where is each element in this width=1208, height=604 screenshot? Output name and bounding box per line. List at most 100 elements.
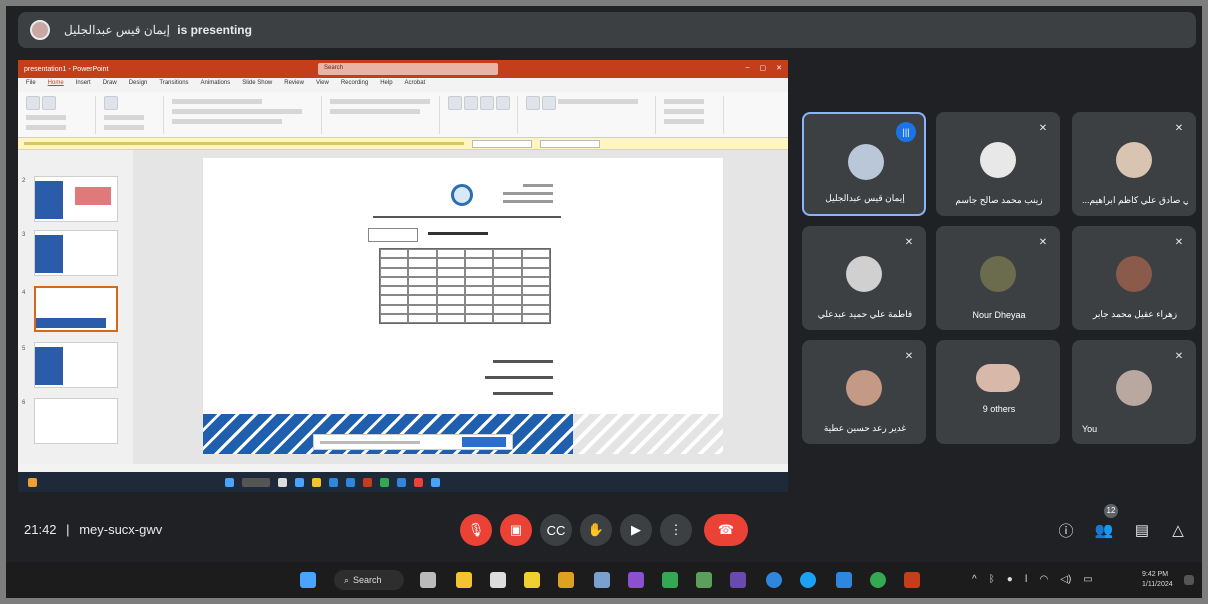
current-slide[interactable] [203, 158, 723, 454]
avatar [846, 370, 882, 406]
participant-tile[interactable]: ✕ ...تي صادق علي كاظم ابراهيم [1072, 112, 1196, 216]
edge-icon[interactable] [800, 572, 816, 588]
close-icon[interactable]: ✕ [776, 64, 782, 72]
menu-acrobat[interactable]: Acrobat [405, 80, 426, 90]
chrome-icon[interactable] [870, 572, 886, 588]
app-icon[interactable] [696, 572, 712, 588]
ribbon-slides[interactable] [104, 96, 164, 134]
file-explorer-icon[interactable] [456, 572, 472, 588]
notice-button[interactable] [540, 139, 600, 148]
mic-toggle-button[interactable]: 🎙 [460, 514, 492, 546]
ppt-search[interactable]: Search [318, 63, 498, 75]
participant-tile[interactable]: ✕ زهراء عقيل محمد جابر [1072, 226, 1196, 330]
menu-insert[interactable]: Insert [76, 80, 91, 90]
settings-icon[interactable] [594, 572, 610, 588]
notice-button[interactable] [472, 139, 532, 148]
presenter-name: إيمان قيس عبدالجليل [64, 23, 170, 37]
slide-thumbnail[interactable] [34, 230, 118, 276]
menu-help[interactable]: Help [380, 80, 392, 90]
slide-thumbnail[interactable] [34, 398, 118, 444]
menu-review[interactable]: Review [284, 80, 304, 90]
activities-button[interactable]: △ [1164, 516, 1192, 544]
store-icon[interactable] [490, 572, 506, 588]
todo-icon[interactable] [836, 572, 852, 588]
maximize-icon[interactable]: ▢ [760, 64, 767, 72]
ppt-window-controls: – ▢ ✕ [746, 64, 782, 72]
menu-transitions[interactable]: Transitions [159, 80, 188, 90]
participant-name: زينب محمد صالح جاسم [955, 195, 1043, 205]
slide-thumbnail[interactable] [34, 342, 118, 388]
menu-draw[interactable]: Draw [103, 80, 117, 90]
system-tray[interactable]: ^ ᛒ ● ا ◠ ◁) ▭ [972, 574, 1093, 585]
participant-tile[interactable]: ✕ فاطمة علي حميد عبدعلي [802, 226, 926, 330]
app-icon[interactable] [730, 572, 746, 588]
app-icon[interactable] [628, 572, 644, 588]
people-button[interactable]: 👥 [1090, 516, 1118, 544]
participant-tile[interactable]: ||| إيمان قيس عبدالجليل [802, 112, 926, 216]
slide-table [379, 248, 551, 324]
language-icon[interactable]: ا [1025, 574, 1028, 585]
menu-home[interactable]: Home [48, 80, 64, 90]
menu-file[interactable]: File [26, 80, 36, 90]
self-tile[interactable]: ✕ You [1072, 340, 1196, 444]
slide-thumbnail[interactable] [34, 176, 118, 222]
shapes-icon: △ [1172, 522, 1184, 539]
raise-hand-button[interactable]: ✋ [580, 514, 612, 546]
participant-tile[interactable]: ✕ زينب محمد صالح جاسم [936, 112, 1060, 216]
ribbon-editing[interactable] [664, 96, 724, 134]
ppt-status-bar [18, 464, 788, 472]
slide-notification[interactable] [313, 434, 513, 450]
app-icon[interactable] [662, 572, 678, 588]
captions-button[interactable]: CC [540, 514, 572, 546]
participant-name: Nour Dheyaa [972, 310, 1026, 320]
camera-toggle-button[interactable]: ▣ [500, 514, 532, 546]
ribbon-drawing[interactable] [448, 96, 518, 134]
leave-call-button[interactable]: ☎ [704, 514, 748, 546]
ribbon-shapes[interactable] [526, 96, 656, 134]
others-tile[interactable]: 9 others [936, 340, 1060, 444]
ppt-notice-bar [18, 138, 788, 150]
presenting-suffix: is presenting [177, 23, 252, 37]
participant-name: إيمان قيس عبدالجليل [825, 193, 905, 203]
university-logo [451, 184, 473, 206]
task-view-icon[interactable] [420, 572, 436, 588]
minimize-icon[interactable]: – [746, 64, 750, 72]
cortana-icon[interactable] [766, 572, 782, 588]
menu-recording[interactable]: Recording [341, 80, 368, 90]
mic-icon[interactable]: ● [1007, 574, 1013, 585]
meeting-details-button[interactable]: ⓘ [1052, 516, 1080, 544]
notification-icon[interactable] [1184, 575, 1194, 585]
bluetooth-icon[interactable]: ᛒ [989, 574, 995, 585]
mic-muted-icon: ✕ [1174, 351, 1184, 362]
menu-slide-show[interactable]: Slide Show [242, 80, 272, 90]
ribbon-clipboard[interactable] [26, 96, 96, 134]
participant-tile[interactable]: ✕ غدير رعد حسين عطية [802, 340, 926, 444]
taskbar-search[interactable]: ⌕ Search [334, 570, 404, 590]
menu-animations[interactable]: Animations [201, 80, 231, 90]
more-options-button[interactable]: ⋮ [660, 514, 692, 546]
present-button[interactable]: ▶ [620, 514, 652, 546]
ribbon-font[interactable] [172, 96, 322, 134]
taskbar-clock[interactable]: 9:42 PM 1/11/2024 [1142, 570, 1173, 590]
chevron-up-icon[interactable]: ^ [972, 574, 977, 585]
slide-thumbnail-selected[interactable] [34, 286, 118, 332]
battery-icon[interactable]: ▭ [1083, 574, 1092, 585]
avatar [980, 142, 1016, 178]
sticky-notes-icon[interactable] [524, 572, 540, 588]
ribbon-paragraph[interactable] [330, 96, 440, 134]
shared-screen[interactable]: presentation1 - PowerPoint Search – ▢ ✕ … [18, 60, 788, 492]
notification-button[interactable] [462, 437, 506, 447]
slide-thumbnails: 2 3 4 5 6 [18, 150, 133, 464]
app-icon[interactable] [558, 572, 574, 588]
powerpoint-icon[interactable] [904, 572, 920, 588]
wifi-icon[interactable]: ◠ [1040, 574, 1049, 585]
participant-tile[interactable]: ✕ Nour Dheyaa [936, 226, 1060, 330]
start-icon[interactable] [300, 572, 316, 588]
chat-button[interactable]: ▤ [1128, 516, 1156, 544]
shared-taskbar [18, 472, 788, 492]
menu-view[interactable]: View [316, 80, 329, 90]
volume-icon[interactable]: ◁) [1060, 574, 1071, 585]
meeting-info: 21:42 | mey-sucx-gwv [24, 522, 162, 537]
menu-design[interactable]: Design [129, 80, 148, 90]
search-icon: ⌕ [344, 574, 350, 585]
